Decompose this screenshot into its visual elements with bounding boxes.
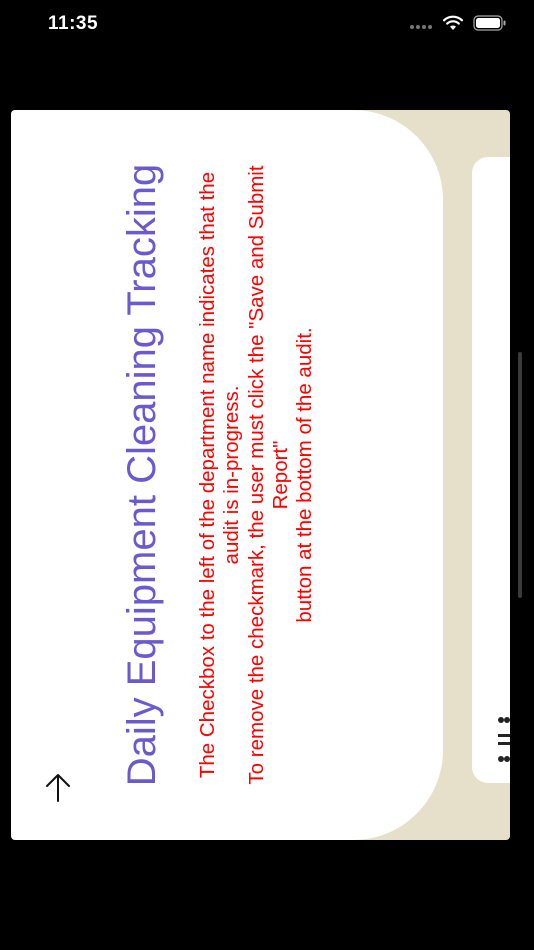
scroll-indicator[interactable] [518,352,522,598]
signal-dots-icon [410,25,436,31]
message-line: audit is in-progress. [220,385,244,565]
status-bar: 11:35 [0,0,534,50]
wifi-icon [442,15,464,30]
background-card-content [472,157,510,783]
dialog-message: The Checkbox to the left of the departme… [196,110,317,840]
message-line: button at the bottom of the audit. [293,327,317,623]
message-line: The Checkbox to the left of the departme… [196,171,219,779]
arrow-down-icon[interactable] [41,771,75,805]
battery-icon [473,15,506,31]
message-line: Report" [268,440,292,510]
message-line: To remove the checkmark, the user must c… [244,165,268,785]
background-card-icon [498,717,510,762]
dialog-title: Daily Equipment Cleaning Tracking [120,163,164,787]
dialog-content: Daily Equipment Cleaning Tracking The Ch… [11,110,443,840]
status-time: 11:35 [48,13,99,34]
